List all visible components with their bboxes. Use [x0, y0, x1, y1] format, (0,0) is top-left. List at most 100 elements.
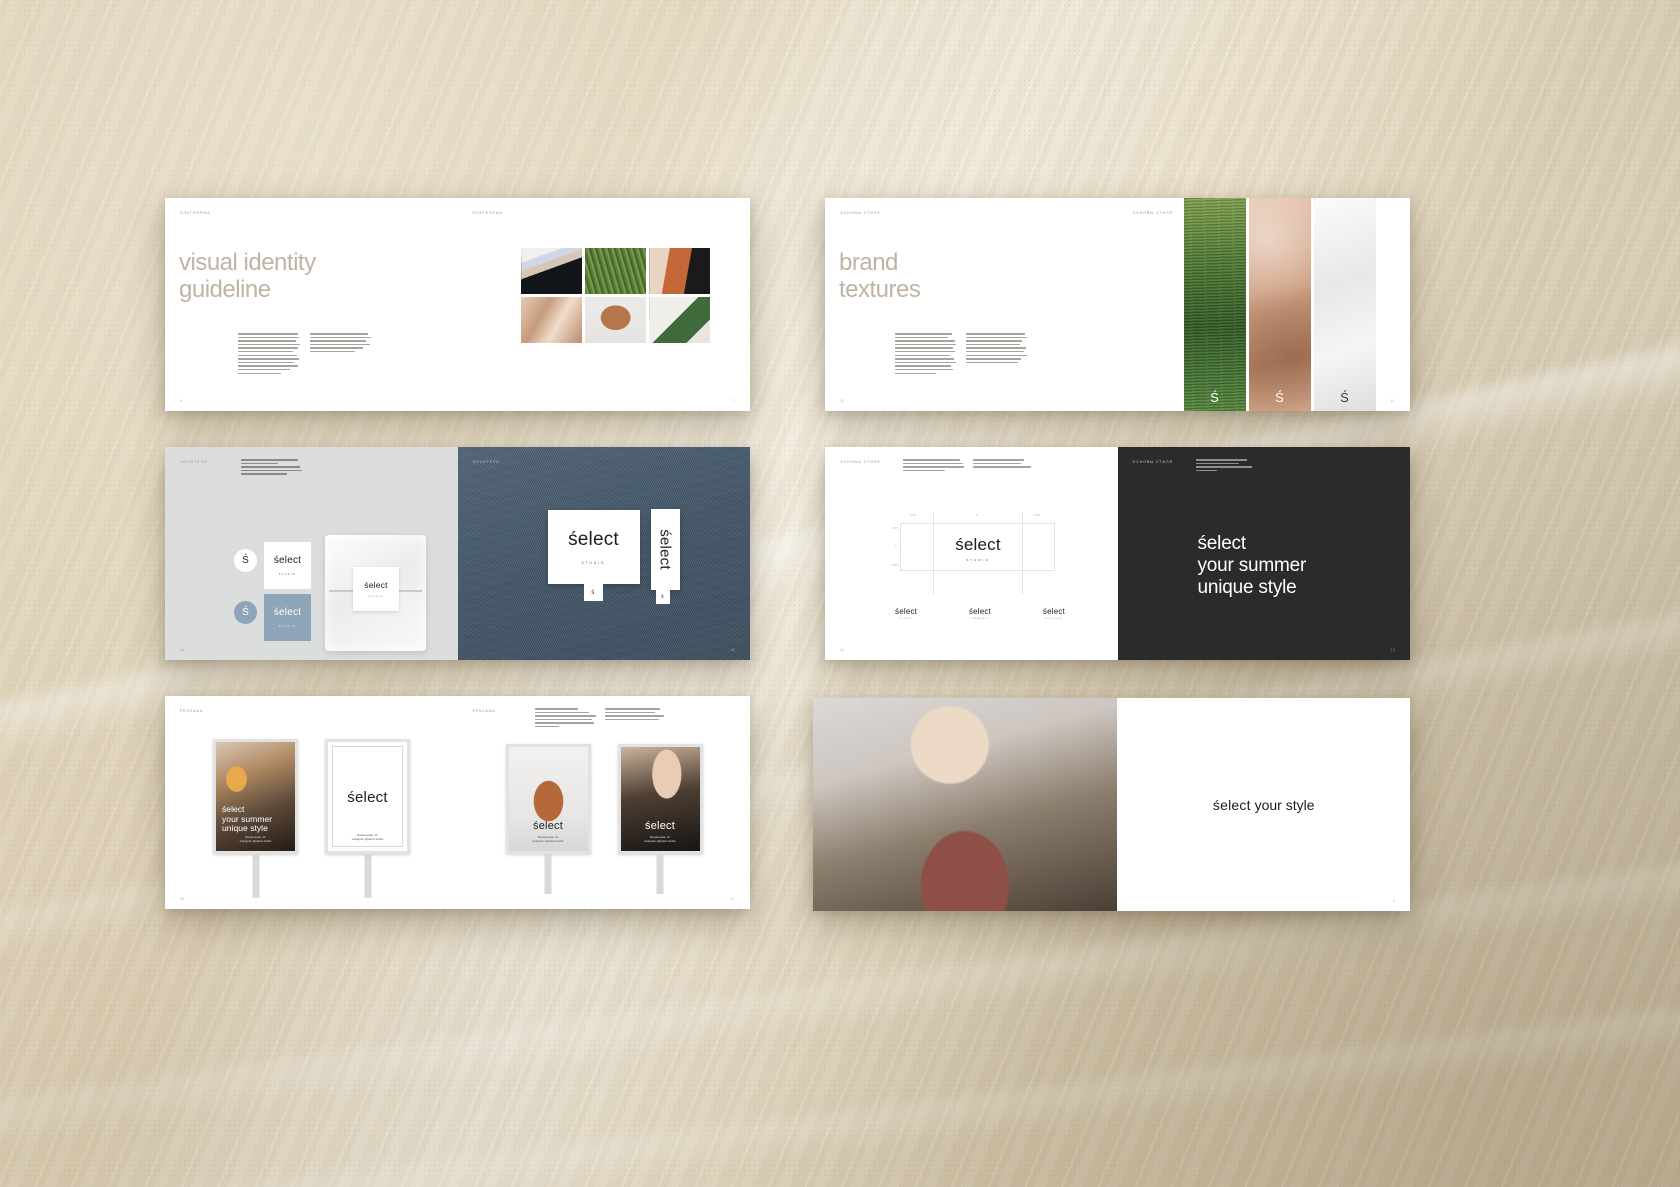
- clothing-tag-horizontal-loop-mark: ś: [591, 589, 595, 596]
- body-column-2: Это и есть платформа бренда Select. Брен…: [310, 333, 372, 355]
- logo-variant-community-sub: COMMUNITY: [969, 618, 991, 620]
- page-number-construction-right: 13: [1390, 648, 1395, 652]
- construction-logo-sub: STUDIO: [966, 557, 990, 562]
- billboard-bag-caption-line2: instagram @select.studio: [532, 840, 564, 844]
- hero-photo-woman-with-bouquet: [813, 698, 1118, 911]
- closing-tagline-rest: your style: [1250, 796, 1315, 813]
- billboard-bag-post: [544, 854, 552, 894]
- measure-top-right: 0.5X: [1034, 514, 1041, 517]
- moodboard-image-1: [520, 248, 582, 294]
- page-construction-left: ОСНОВЫ СТИЛЯ Охранное поле — это поле во…: [825, 447, 1118, 660]
- billboard-model-caption: Бахметьева, 12 instagram @select.studio: [216, 836, 295, 844]
- billboard-logo-post: [364, 854, 371, 898]
- logo-variant-boutique: śelect BOUTIQUE: [1043, 607, 1065, 620]
- grid-border-right: [1054, 523, 1055, 570]
- zip-pouch-mockup: śelect STUDIO: [325, 535, 426, 651]
- pouch-label-sub: STUDIO: [368, 596, 384, 598]
- sand-ridge-4: [0, 997, 1680, 1187]
- logo-variant-boutique-sub: BOUTIQUE: [1044, 618, 1063, 620]
- eyebrow-platform-right: ПЛАТФОРМА: [472, 211, 504, 215]
- billboard-model-headline-line3: unique style: [222, 823, 268, 834]
- eyebrow-advertising-right: РЕКЛАМА: [472, 709, 496, 713]
- billboard-bag-caption: Бахметьева, 12 instagram @select.studio: [509, 836, 588, 844]
- page-construction-right: ОСНОВЫ СТИЛЯ При использовании лого с ти…: [1117, 447, 1410, 660]
- grid-border-left: [900, 523, 901, 570]
- billboard-bag-word: śelect: [533, 820, 563, 832]
- page-title-textures-line1: brand: [839, 249, 898, 276]
- page-title-line1: visual identity: [179, 249, 316, 276]
- billboard-model-dark-panel: śelect Бахметьева, 12 instagram @select.…: [617, 744, 703, 854]
- moodboard-image-3: [649, 248, 711, 294]
- moodboard-image-5: [584, 297, 647, 343]
- page-number-right: 7: [732, 399, 735, 403]
- spread-logo-construction[interactable]: ОСНОВЫ СТИЛЯ Охранное поле — это поле во…: [825, 447, 1410, 660]
- page-textures-right: ОСНОВЫ СТИЛЯ Ś Ś Ś 11: [1117, 198, 1410, 411]
- eyebrow-style-basics-left: ОСНОВЫ СТИЛЯ: [840, 211, 881, 215]
- billboard-model-with-flower: śelect your summer unique style Бахметье…: [213, 739, 298, 898]
- billboard-model-dark: śelect Бахметьева, 12 instagram @select.…: [617, 744, 703, 894]
- page-number-construction-left: 12: [840, 648, 845, 652]
- page-number-carriers-left: 14: [180, 648, 185, 652]
- clothing-tag-vertical-loop: ś: [655, 590, 670, 604]
- body-column-2-lines: [310, 333, 372, 353]
- sticker-card-white-sub: STUDIO: [278, 573, 297, 576]
- page-closing-tagline: śelect your style 3: [1117, 698, 1410, 911]
- dark-headline-line1: śelect: [1197, 533, 1247, 554]
- pouch-label-word: śelect: [364, 580, 388, 590]
- advertising-column-2: Рекомендуется не ставить 2 фото одинаков…: [604, 708, 667, 722]
- logo-variant-community: śelect COMMUNITY: [969, 607, 991, 620]
- construction-column-1-lines: [903, 459, 965, 472]
- dark-headline-line3: unique style: [1197, 576, 1297, 598]
- billboard-model-panel: śelect your summer unique style Бахметье…: [213, 739, 298, 854]
- logo-variant-studio-sub: STUDIO: [899, 618, 913, 620]
- page-visual-identity-left: ПЛАТФОРМА visual identity guideline Брен…: [165, 198, 458, 411]
- spread-visual-identity[interactable]: ПЛАТФОРМА visual identity guideline Брен…: [165, 198, 750, 411]
- page-title: visual identity guideline: [179, 249, 316, 304]
- page-visual-identity-right: ПЛАТФОРМА 7: [457, 198, 750, 411]
- logo-construction-grid: 0.5X X 0.5X 0.5X X 0.5X śelect STUDIO: [892, 512, 1055, 594]
- construction-dark-note-lines: [1195, 459, 1256, 472]
- logo-variant-community-word: śelect: [968, 607, 992, 616]
- sticker-circle-white: Ś: [234, 549, 257, 572]
- page-number-textures-right: 11: [1390, 399, 1395, 403]
- spread-carriers[interactable]: НОСИТЕЛИ Наклейки на упаковке имеют форм…: [165, 447, 750, 660]
- spread-closing[interactable]: śelect your style 3: [813, 698, 1410, 911]
- advertising-column-1-lines: [534, 708, 597, 728]
- billboard-model-dark-caption: Бахметьева, 12 instagram @select.studio: [621, 836, 700, 844]
- logo-variant-studio-word: śelect: [895, 607, 918, 616]
- textures-body-column-1-lines: [895, 333, 957, 375]
- spread-advertising[interactable]: РЕКЛАМА śelect your summer unique style …: [165, 696, 750, 909]
- measure-top-left: 0.5X: [910, 514, 917, 517]
- billboard-logo-panel: śelect Бахметьева, 12 instagram @select.…: [325, 739, 410, 854]
- textures-body-column-2-lines: [966, 333, 1028, 364]
- billboard-model-dark-post: [656, 854, 664, 894]
- page-carriers-right: НОСИТЕЛИ śelect STUDIO ś śelect ś 15: [457, 447, 750, 660]
- grid-hline-1: [900, 523, 1055, 524]
- moodboard-image-2: [584, 248, 647, 294]
- eyebrow-advertising-left: РЕКЛАМА: [180, 709, 204, 713]
- page-number-carriers-right: 15: [730, 648, 735, 652]
- billboard-logo-white: śelect Бахметьева, 12 instagram @select.…: [325, 739, 410, 898]
- page-closing-photo: [813, 698, 1118, 911]
- texture-swatch-marble: Ś: [1313, 198, 1376, 411]
- logo-variant-boutique-word: śelect: [1042, 607, 1065, 616]
- clothing-tag-vertical: śelect: [650, 509, 680, 590]
- grid-hline-2: [900, 570, 1055, 571]
- page-number-advertising-left: 46: [180, 897, 185, 901]
- spread-brand-textures[interactable]: ОСНОВЫ СТИЛЯ brand textures В бренде мы …: [825, 198, 1410, 411]
- body-column-1-lines: [238, 333, 300, 375]
- construction-column-1: Охранное поле — это поле вокруг логотипа…: [903, 459, 965, 473]
- construction-logo: śelect STUDIO: [934, 526, 1022, 570]
- textures-body-column-1: В бренде мы используем чистые цвета, а т…: [895, 333, 957, 376]
- page-textures-left: ОСНОВЫ СТИЛЯ brand textures В бренде мы …: [825, 198, 1118, 411]
- measure-left-top: 0.5X: [892, 527, 899, 530]
- clothing-tag-horizontal-word: śelect: [568, 529, 619, 550]
- texture-mark-green: Ś: [1210, 390, 1219, 405]
- sticker-circle-blue: Ś: [234, 601, 257, 624]
- billboard-logo-caption: Бахметьева, 12 instagram @select.studio: [328, 834, 407, 842]
- page-number-left: 6: [180, 399, 183, 403]
- billboard-model-caption-line2: instagram @select.studio: [239, 840, 272, 844]
- body-column-1: Бренд Select — стиль, основанный на элег…: [238, 333, 300, 376]
- billboard-logo-word: śelect: [347, 789, 388, 806]
- texture-mark-gold: Ś: [1275, 390, 1284, 405]
